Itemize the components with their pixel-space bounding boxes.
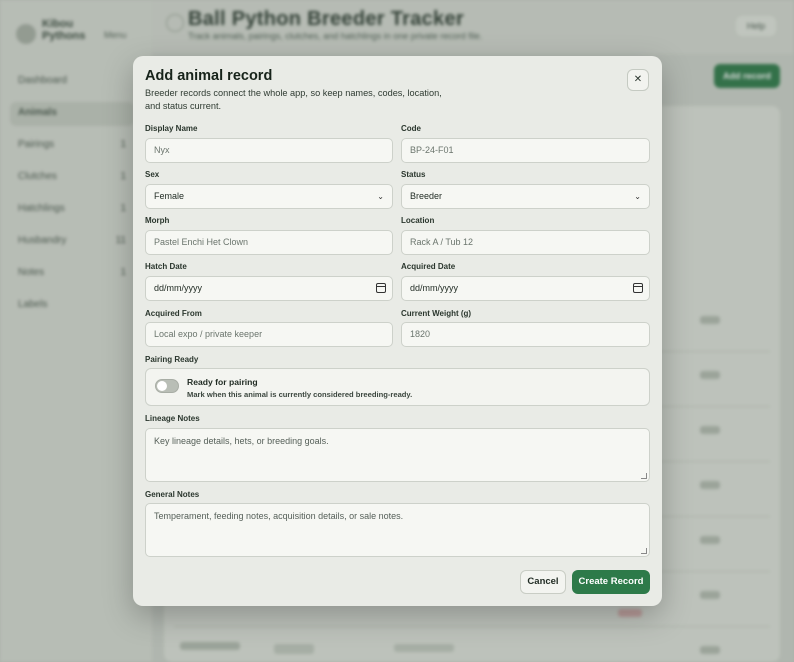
- pairing-ready-label: Pairing Ready: [145, 355, 199, 364]
- morph-label: Morph: [145, 216, 170, 225]
- display-name-input[interactable]: Nyx: [145, 138, 393, 163]
- sex-value: Female: [154, 191, 185, 201]
- resize-handle-icon[interactable]: [641, 473, 647, 479]
- code-input[interactable]: BP-24-F01: [401, 138, 650, 163]
- status-value: Breeder: [410, 191, 443, 201]
- hatch-date-label: Hatch Date: [145, 262, 187, 271]
- hatch-date-value: dd/mm/yyyy: [154, 283, 203, 293]
- chevron-down-icon: ⌄: [377, 192, 384, 201]
- cancel-button[interactable]: Cancel: [520, 570, 566, 594]
- pairing-ready-toggle[interactable]: [155, 379, 179, 393]
- create-record-button[interactable]: Create Record: [572, 570, 650, 594]
- lineage-notes-placeholder: Key lineage details, hets, or breeding g…: [154, 436, 329, 446]
- status-select[interactable]: Breeder ⌄: [401, 184, 650, 209]
- calendar-icon[interactable]: [376, 283, 386, 293]
- chevron-down-icon: ⌄: [634, 192, 641, 201]
- morph-input[interactable]: Pastel Enchi Het Clown: [145, 230, 393, 255]
- location-input[interactable]: Rack A / Tub 12: [401, 230, 650, 255]
- display-name-label: Display Name: [145, 124, 198, 133]
- current-weight-label: Current Weight (g): [401, 309, 472, 318]
- lineage-notes-label: Lineage Notes: [145, 414, 200, 423]
- sex-select[interactable]: Female ⌄: [145, 184, 393, 209]
- general-notes-textarea[interactable]: Temperament, feeding notes, acquisition …: [145, 503, 650, 557]
- dialog-description: Breeder records connect the whole app, s…: [145, 88, 442, 111]
- sex-label: Sex: [145, 170, 160, 179]
- general-notes-label: General Notes: [145, 490, 200, 499]
- hatch-date-input[interactable]: dd/mm/yyyy: [145, 276, 393, 301]
- location-label: Location: [401, 216, 435, 225]
- acquired-from-label: Acquired From: [145, 309, 202, 318]
- lineage-notes-textarea[interactable]: Key lineage details, hets, or breeding g…: [145, 428, 650, 482]
- toggle-knob: [157, 381, 167, 391]
- acquired-date-value: dd/mm/yyyy: [410, 283, 459, 293]
- current-weight-input[interactable]: 1820: [401, 322, 650, 347]
- code-label: Code: [401, 124, 421, 133]
- pairing-ready-title: Ready for pairing: [187, 377, 258, 387]
- dialog-title: Add animal record: [145, 68, 273, 84]
- acquired-date-input[interactable]: dd/mm/yyyy: [401, 276, 650, 301]
- close-icon: ✕: [633, 74, 643, 85]
- calendar-icon[interactable]: [633, 283, 643, 293]
- resize-handle-icon[interactable]: [641, 548, 647, 554]
- acquired-from-input[interactable]: Local expo / private keeper: [145, 322, 393, 347]
- acquired-date-label: Acquired Date: [401, 262, 456, 271]
- close-button[interactable]: ✕: [627, 69, 649, 91]
- pairing-ready-option[interactable]: Ready for pairing Mark when this animal …: [145, 368, 650, 406]
- pairing-ready-description: Mark when this animal is currently consi…: [187, 390, 413, 399]
- add-animal-dialog: Add animal record Breeder records connec…: [133, 56, 662, 606]
- general-notes-placeholder: Temperament, feeding notes, acquisition …: [154, 511, 404, 521]
- status-label: Status: [401, 170, 426, 179]
